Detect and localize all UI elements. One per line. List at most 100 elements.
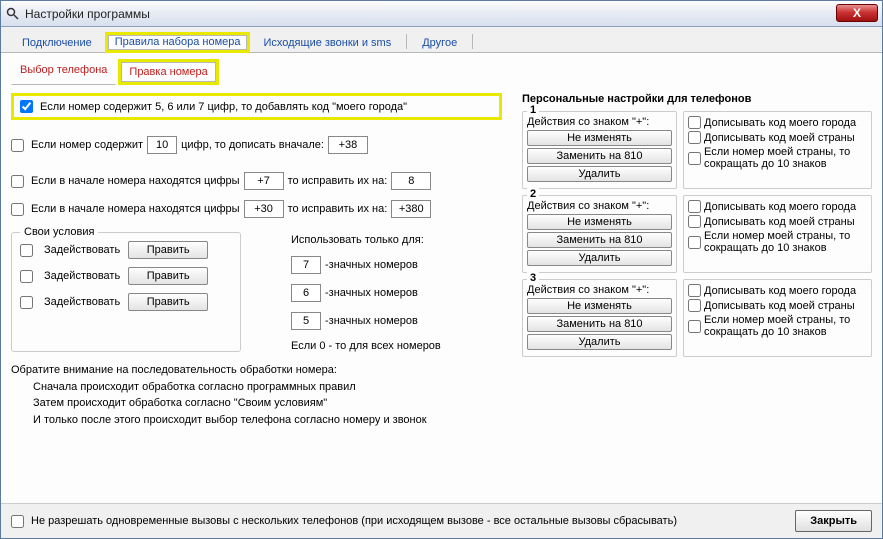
phone1-nochange-button[interactable]: Не изменять	[527, 130, 672, 146]
phone1-country-label: Дописывать код моей страны	[704, 132, 855, 144]
sub-tabs: Выбор телефона Правка номера	[11, 59, 872, 85]
disallow-concurrent-checkbox[interactable]	[11, 515, 24, 528]
phone1-country-checkbox[interactable]	[688, 131, 701, 144]
fix1-checkbox[interactable]	[11, 175, 24, 188]
digits-prefix-count-input[interactable]	[147, 136, 177, 154]
phone3-actions: 3 Действия со знаком "+": Не изменять За…	[522, 279, 677, 357]
digits-prefix-checkbox[interactable]	[11, 139, 24, 152]
add-city-code-checkbox[interactable]	[20, 100, 33, 113]
phone3-city-checkbox[interactable]	[688, 284, 701, 297]
left-column: Если номер содержит 5, 6 или 7 цифр, то …	[11, 93, 502, 495]
fix2-label-b: то исправить их на:	[288, 203, 388, 215]
fix2-row: Если в начале номера находятся цифры то …	[11, 200, 502, 218]
add-city-code-label: Если номер содержит 5, 6 или 7 цифр, то …	[40, 101, 407, 113]
phone-block-1: 1 Действия со знаком "+": Не изменять За…	[522, 111, 872, 189]
subtab-select-phone[interactable]: Выбор телефона	[11, 59, 116, 85]
window-close-button[interactable]: X	[836, 4, 878, 22]
phone1-number: 1	[527, 104, 539, 116]
phone3-city-label: Дописывать код моего города	[704, 285, 856, 297]
fix2-checkbox[interactable]	[11, 203, 24, 216]
phone1-trim-checkbox[interactable]	[688, 152, 701, 165]
use-only-row-2: -значных номеров	[291, 284, 441, 302]
content-area: Выбор телефона Правка номера Если номер …	[1, 53, 882, 503]
use-only-input-3[interactable]	[291, 312, 321, 330]
phone-block-3: 3 Действия со знаком "+": Не изменять За…	[522, 279, 872, 357]
cond1-checkbox[interactable]	[20, 244, 33, 257]
phone2-trim-label: Если номер моей страны, то сокращать до …	[704, 230, 867, 254]
use-only-suffix-2: -значных номеров	[325, 287, 418, 299]
tab-dial-rules[interactable]: Правила набора номера	[105, 32, 251, 53]
use-only-row-3: -значных номеров	[291, 312, 441, 330]
cond3-checkbox[interactable]	[20, 296, 33, 309]
note-title: Обратите внимание на последовательность …	[11, 362, 502, 379]
cond1-edit-button[interactable]: Править	[128, 241, 208, 259]
cond2-label: Задействовать	[44, 270, 120, 282]
phone-block-2: 2 Действия со знаком "+": Не изменять За…	[522, 195, 872, 273]
tab-outgoing[interactable]: Исходящие звонки и sms	[252, 32, 402, 53]
cond2-checkbox[interactable]	[20, 270, 33, 283]
subtab-edit-number[interactable]: Правка номера	[118, 59, 218, 85]
use-only-block: Использовать только для: -значных номеро…	[291, 228, 441, 352]
note-line-2: Затем происходит обработка согласно "Сво…	[11, 395, 502, 412]
phone1-trim-label: Если номер моей страны, то сокращать до …	[704, 146, 867, 170]
cond3-edit-button[interactable]: Править	[128, 293, 208, 311]
cond-row-1: Задействовать Править	[20, 241, 232, 259]
phone3-country-label: Дописывать код моей страны	[704, 300, 855, 312]
phone2-country-checkbox[interactable]	[688, 215, 701, 228]
phone1-city-checkbox[interactable]	[688, 116, 701, 129]
tab-separator	[406, 34, 407, 49]
digits-prefix-label-b: цифр, то дописать вначале:	[181, 139, 324, 151]
main-tabs: Подключение Правила набора номера Исходя…	[1, 27, 882, 53]
phone3-action-label: Действия со знаком "+":	[527, 284, 672, 296]
digits-prefix-code-input[interactable]	[328, 136, 368, 154]
phone1-actions: 1 Действия со знаком "+": Не изменять За…	[522, 111, 677, 189]
phone2-city-checkbox[interactable]	[688, 200, 701, 213]
use-only-row-1: -значных номеров	[291, 256, 441, 274]
phone3-delete-button[interactable]: Удалить	[527, 334, 672, 350]
phone2-action-label: Действия со знаком "+":	[527, 200, 672, 212]
phone2-nochange-button[interactable]: Не изменять	[527, 214, 672, 230]
own-conditions-legend: Свои условия	[20, 226, 98, 238]
phone2-options: Дописывать код моего города Дописывать к…	[683, 195, 872, 273]
phone1-replace-button[interactable]: Заменить на 810	[527, 148, 672, 164]
footer: Не разрешать одновременные вызовы с неск…	[1, 503, 882, 538]
phone3-number: 3	[527, 272, 539, 284]
phone3-nochange-button[interactable]: Не изменять	[527, 298, 672, 314]
close-button[interactable]: Закрыть	[795, 510, 872, 532]
phone2-delete-button[interactable]: Удалить	[527, 250, 672, 266]
digits-prefix-label-a: Если номер содержит	[31, 139, 143, 151]
phone3-replace-button[interactable]: Заменить на 810	[527, 316, 672, 332]
cond-row-2: Задействовать Править	[20, 267, 232, 285]
tab-connection[interactable]: Подключение	[11, 32, 103, 53]
fix1-from-input[interactable]	[244, 172, 284, 190]
window-title: Настройки программы	[25, 7, 150, 21]
cond2-edit-button[interactable]: Править	[128, 267, 208, 285]
note-line-1: Сначала происходит обработка согласно пр…	[11, 379, 502, 396]
fix2-from-input[interactable]	[244, 200, 284, 218]
phone3-trim-checkbox[interactable]	[688, 320, 701, 333]
fix1-to-input[interactable]	[391, 172, 431, 190]
cond1-label: Задействовать	[44, 244, 120, 256]
use-only-input-1[interactable]	[291, 256, 321, 274]
fix1-label-a: Если в начале номера находятся цифры	[31, 175, 240, 187]
fix1-label-b: то исправить их на:	[288, 175, 388, 187]
use-only-input-2[interactable]	[291, 284, 321, 302]
tab-separator	[472, 34, 473, 49]
phone1-action-label: Действия со знаком "+":	[527, 116, 672, 128]
phone3-options: Дописывать код моего города Дописывать к…	[683, 279, 872, 357]
use-only-zero-note: Если 0 - то для всех номеров	[291, 340, 441, 352]
cond-row-3: Задействовать Править	[20, 293, 232, 311]
phone2-replace-button[interactable]: Заменить на 810	[527, 232, 672, 248]
phone1-delete-button[interactable]: Удалить	[527, 166, 672, 182]
own-conditions-fieldset: Свои условия Задействовать Править Задей…	[11, 232, 241, 352]
tab-other[interactable]: Другое	[411, 32, 468, 53]
add-city-code-row: Если номер содержит 5, 6 или 7 цифр, то …	[11, 93, 502, 120]
phone2-actions: 2 Действия со знаком "+": Не изменять За…	[522, 195, 677, 273]
fix2-to-input[interactable]	[391, 200, 431, 218]
note-line-3: И только после этого происходит выбор те…	[11, 412, 502, 429]
phone3-country-checkbox[interactable]	[688, 299, 701, 312]
personal-settings-title: Персональные настройки для телефонов	[522, 93, 872, 105]
phone2-trim-checkbox[interactable]	[688, 236, 701, 249]
cond3-label: Задействовать	[44, 296, 120, 308]
settings-window: Настройки программы X Подключение Правил…	[0, 0, 883, 539]
